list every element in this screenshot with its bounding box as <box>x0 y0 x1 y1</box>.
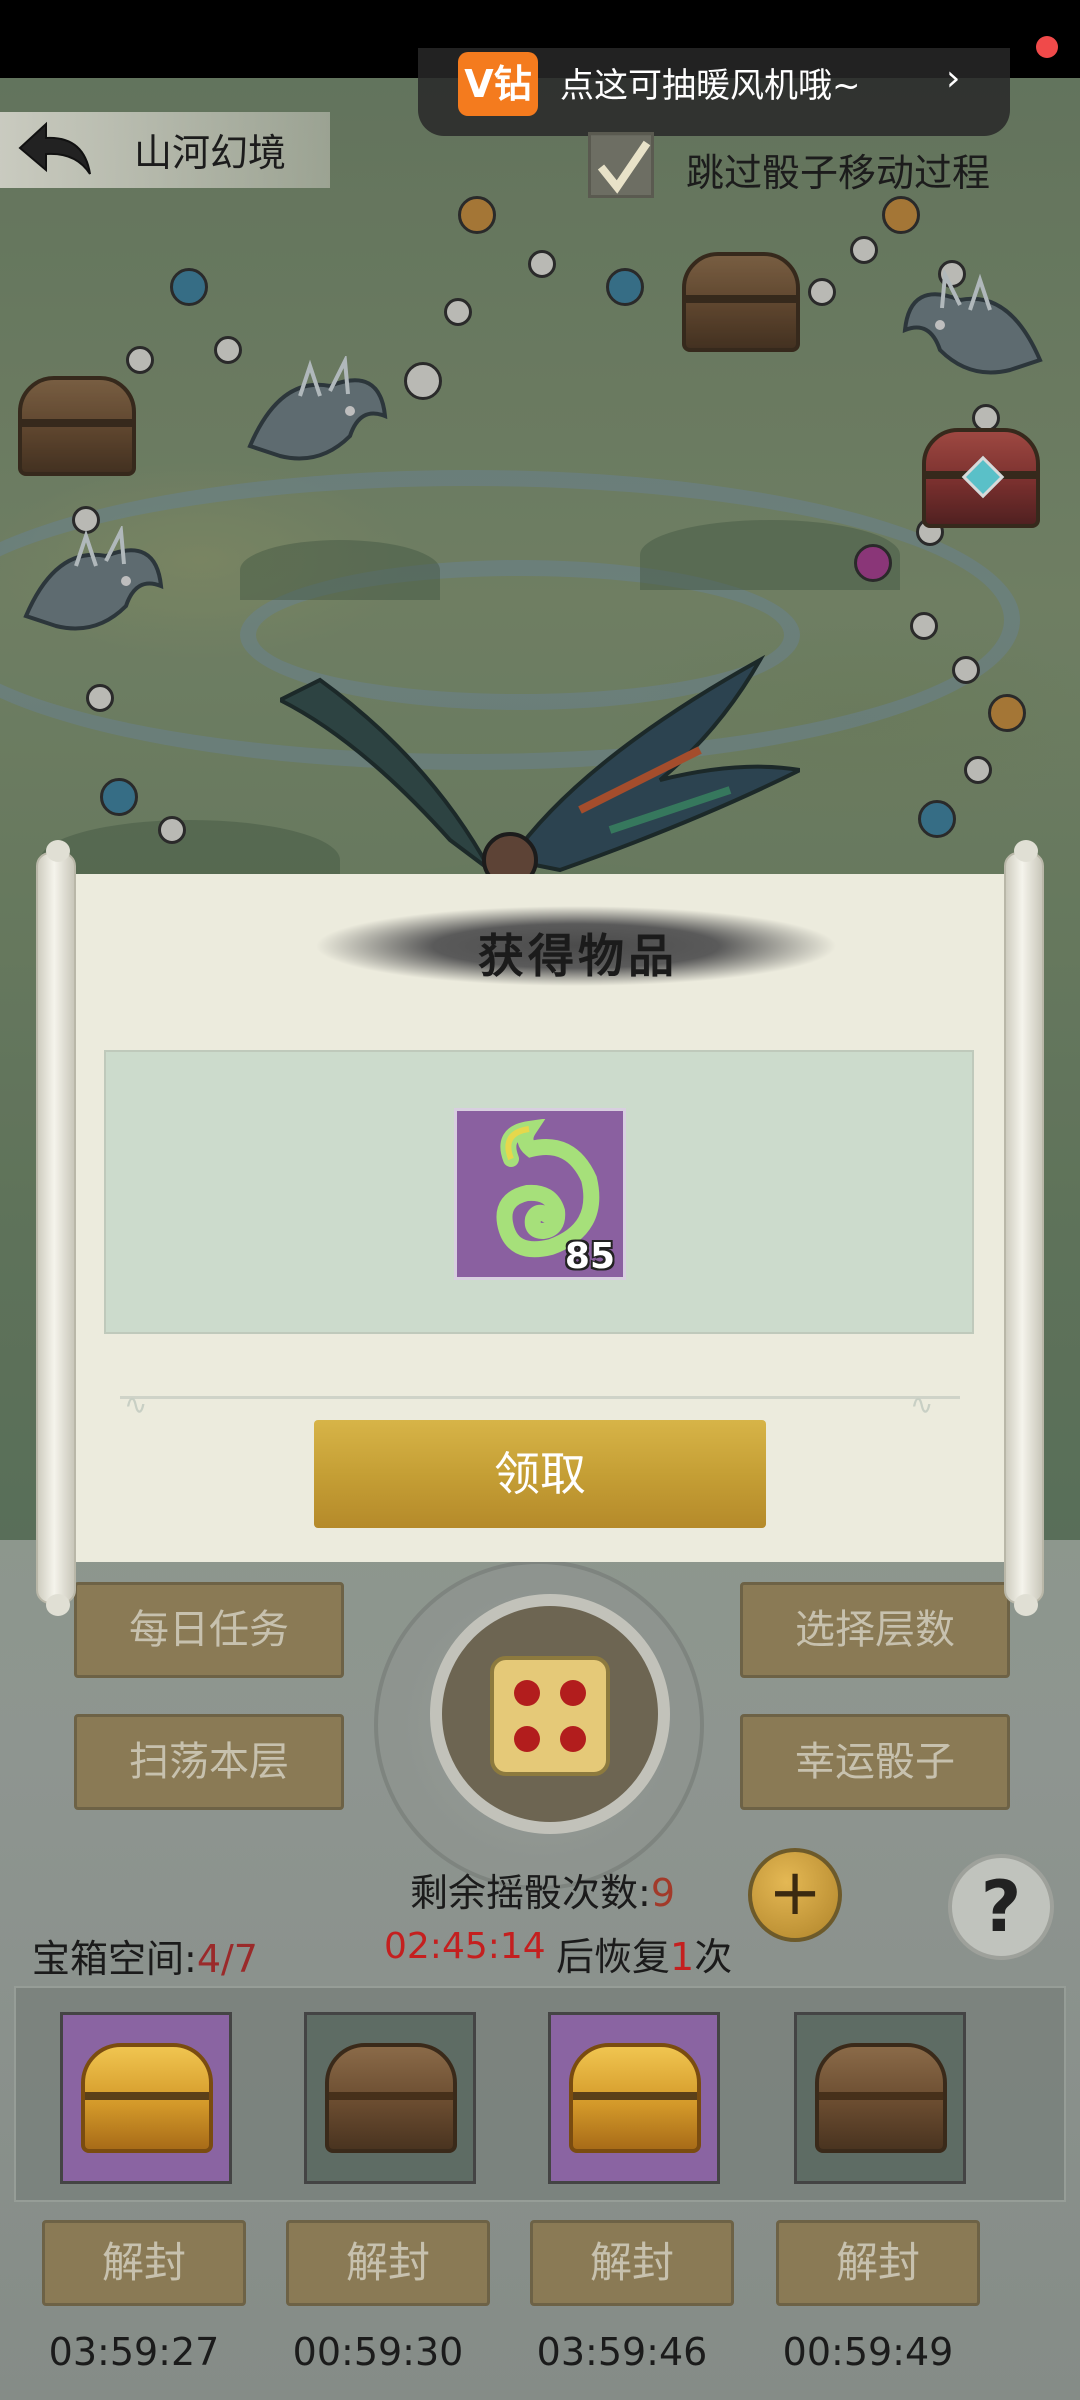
chest-slot-2[interactable] <box>304 2012 476 2184</box>
select-floor-button[interactable]: 选择层数 <box>740 1582 1010 1678</box>
path-node <box>850 236 878 264</box>
remaining-rolls: 剩余摇骰次数:9 <box>410 1862 675 1917</box>
path-node <box>444 298 472 326</box>
scroll-rod-left <box>36 840 76 1616</box>
dice-pip <box>514 1726 540 1752</box>
chest-countdown: 00:59:30 <box>292 2330 464 2374</box>
add-rolls-button[interactable]: + <box>748 1848 842 1942</box>
remaining-rolls-count: 9 <box>650 1871 675 1915</box>
map-chest[interactable] <box>18 376 136 476</box>
phoenix-player-avatar <box>280 654 800 888</box>
recover-suffix: 次 <box>694 1935 733 1979</box>
dragon-monster[interactable] <box>240 356 390 476</box>
gold-chest-icon <box>569 2043 701 2153</box>
path-node <box>158 816 186 844</box>
map-chest[interactable] <box>682 252 800 352</box>
path-node <box>918 800 956 838</box>
notification-dot <box>1036 36 1058 58</box>
chest-slot-4[interactable] <box>794 2012 966 2184</box>
path-node <box>86 684 114 712</box>
recover-count: 1 <box>670 1935 695 1979</box>
unseal-button[interactable]: 解封 <box>776 2220 980 2306</box>
path-node <box>854 544 892 582</box>
path-node <box>952 656 980 684</box>
path-node <box>808 278 836 306</box>
recover-info: 后恢复1次 <box>556 1926 732 1981</box>
chest-countdown: 03:59:27 <box>48 2330 220 2374</box>
dragon-monster[interactable] <box>900 270 1050 390</box>
path-node <box>528 250 556 278</box>
remaining-rolls-label: 剩余摇骰次数: <box>410 1871 651 1915</box>
dice-pip <box>514 1680 540 1706</box>
daily-tasks-button[interactable]: 每日任务 <box>74 1582 344 1678</box>
path-node <box>170 268 208 306</box>
game-screen: V钻 点这可抽暖风机哦~ › 山河幻境 跳过骰子移动过程 每日任务 选择层数 扫… <box>0 0 1080 2400</box>
swirl-ornament-icon: ∿ <box>124 1388 148 1421</box>
path-node <box>988 694 1026 732</box>
chest-countdown: 00:59:49 <box>782 2330 954 2374</box>
item-quantity: 85 <box>564 1236 615 1277</box>
checkmark-icon <box>597 140 651 194</box>
path-node <box>214 336 242 364</box>
path-node <box>458 196 496 234</box>
hill <box>240 540 440 600</box>
help-button[interactable]: ? <box>948 1854 1054 1960</box>
skip-animation-label[interactable]: 跳过骰子移动过程 <box>686 142 990 197</box>
dialog-divider <box>120 1396 960 1399</box>
dice-pip <box>560 1726 586 1752</box>
lucky-dice-button[interactable]: 幸运骰子 <box>740 1714 1010 1810</box>
swirl-ornament-icon: ∿ <box>910 1388 934 1421</box>
chest-space: 宝箱空间:4/7 <box>32 1928 258 1983</box>
chest-countdown: 03:59:46 <box>536 2330 708 2374</box>
gem-icon <box>961 455 1005 499</box>
reward-item-slot[interactable]: 85 <box>454 1108 626 1280</box>
back-arrow-icon[interactable] <box>14 118 94 182</box>
path-node <box>606 268 644 306</box>
skip-animation-checkbox[interactable] <box>588 132 654 198</box>
chevron-right-icon[interactable]: › <box>946 58 960 99</box>
gold-chest-icon <box>81 2043 213 2153</box>
dice-pip <box>560 1680 586 1706</box>
vip-promo-text[interactable]: 点这可抽暖风机哦~ <box>560 58 861 107</box>
dice-icon[interactable] <box>490 1656 610 1776</box>
path-node <box>882 196 920 234</box>
chest-slot-3[interactable] <box>548 2012 720 2184</box>
dragon-monster[interactable] <box>16 526 166 646</box>
recover-timer: 02:45:14 <box>384 1926 546 1967</box>
path-node <box>910 612 938 640</box>
chest-slot-1[interactable] <box>60 2012 232 2184</box>
scroll-rod-right <box>1004 840 1044 1616</box>
unseal-button[interactable]: 解封 <box>42 2220 246 2306</box>
unseal-button[interactable]: 解封 <box>286 2220 490 2306</box>
path-node <box>100 778 138 816</box>
path-node <box>404 362 442 400</box>
unseal-button[interactable]: 解封 <box>530 2220 734 2306</box>
path-node <box>126 346 154 374</box>
map-chest-red[interactable] <box>922 428 1040 528</box>
page-title: 山河幻境 <box>134 131 287 175</box>
claim-button[interactable]: 领取 <box>314 1420 766 1528</box>
recover-prefix: 后恢复 <box>556 1935 671 1979</box>
path-node <box>964 756 992 784</box>
wooden-chest-icon <box>325 2043 457 2153</box>
sweep-floor-button[interactable]: 扫荡本层 <box>74 1714 344 1810</box>
chest-space-value: 4/7 <box>196 1937 258 1981</box>
dialog-title: 获得物品 <box>478 929 678 983</box>
plus-icon: + <box>768 1856 822 1930</box>
question-icon: ? <box>980 1866 1022 1948</box>
vip-badge[interactable]: V钻 <box>458 52 538 116</box>
wooden-chest-icon <box>815 2043 947 2153</box>
chest-space-label: 宝箱空间: <box>32 1937 197 1981</box>
